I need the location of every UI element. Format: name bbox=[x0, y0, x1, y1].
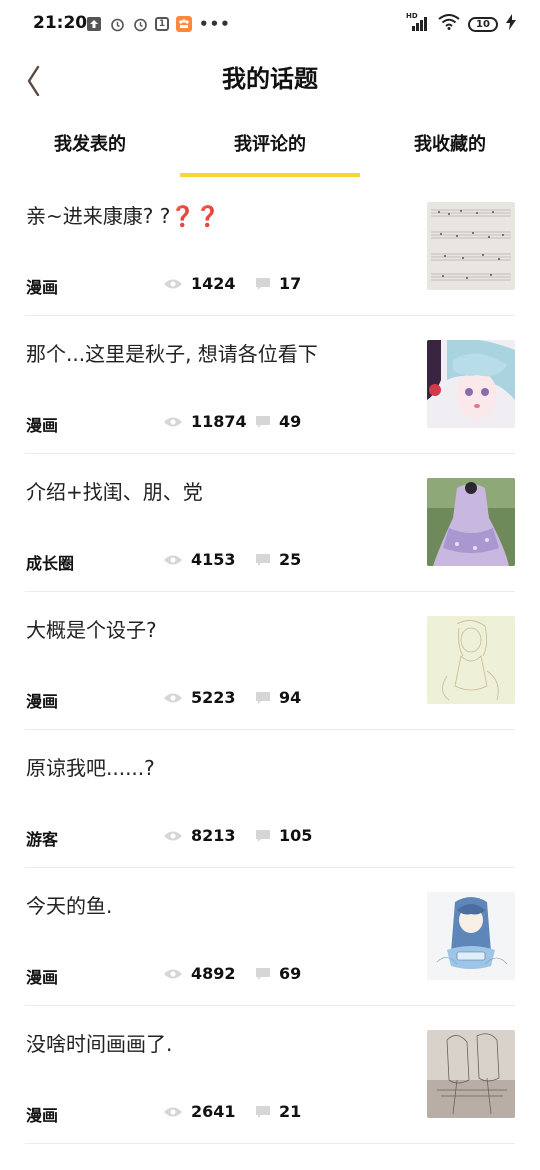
comment-icon bbox=[256, 553, 270, 566]
comment-count-value: 69 bbox=[279, 964, 302, 983]
status-bar: 21:20 1 ••• HD 10 bbox=[0, 0, 540, 50]
calendar-icon: 1 bbox=[155, 17, 169, 31]
topic-title: 介绍+找闺、朋、党 bbox=[26, 480, 203, 504]
system-icons: HD 10 bbox=[406, 12, 516, 34]
topic-category: 漫画 bbox=[26, 1106, 59, 1125]
comment-count-value: 94 bbox=[279, 688, 302, 707]
topic-category: 漫画 bbox=[26, 278, 59, 297]
comment-count: 21 bbox=[255, 1102, 301, 1121]
view-count-value: 4153 bbox=[191, 550, 236, 569]
alarm-icon bbox=[132, 16, 148, 32]
comment-icon bbox=[256, 967, 270, 980]
alarm-icon bbox=[109, 16, 125, 32]
comment-count: 105 bbox=[255, 826, 312, 845]
eye-icon bbox=[164, 831, 182, 840]
tab-bar: 我发表的 我评论的 我收藏的 bbox=[0, 115, 540, 178]
signal-icon: HD bbox=[406, 12, 430, 33]
view-count: 5223 bbox=[163, 688, 236, 707]
view-count-value: 11874 bbox=[191, 412, 247, 431]
comment-count: 69 bbox=[255, 964, 301, 983]
upload-icon bbox=[86, 16, 102, 32]
wifi-icon bbox=[438, 14, 460, 34]
status-time: 21:20 bbox=[33, 13, 88, 33]
sketch-thumbnail[interactable] bbox=[427, 616, 515, 704]
topic-title: 亲~进来康康? ?❓❓ bbox=[26, 204, 221, 228]
view-count-value: 5223 bbox=[191, 688, 236, 707]
comment-count: 17 bbox=[255, 274, 301, 293]
eye-icon bbox=[164, 279, 182, 288]
topic-category: 漫画 bbox=[26, 968, 59, 987]
eye-icon bbox=[164, 969, 182, 978]
comment-icon bbox=[256, 829, 270, 842]
comment-icon bbox=[256, 691, 270, 704]
battery-icon: 10 bbox=[468, 16, 498, 32]
comment-icon bbox=[256, 1105, 270, 1118]
lolita-dress-thumbnail[interactable] bbox=[427, 478, 515, 566]
charging-icon bbox=[506, 14, 516, 34]
topic-item[interactable]: 原谅我吧......? 游客 8213 105 bbox=[0, 730, 540, 868]
topic-category: 成长圈 bbox=[26, 554, 75, 573]
topic-title: 大概是个设子? bbox=[26, 618, 157, 642]
topic-item[interactable]: 亲~进来康康? ?❓❓ 漫画 1424 17 bbox=[0, 178, 540, 316]
view-count: 11874 bbox=[163, 412, 247, 431]
view-count-value: 1424 bbox=[191, 274, 236, 293]
eye-icon bbox=[164, 1107, 182, 1116]
topic-item[interactable]: 那个...这里是秋子, 想请各位看下 漫画 11874 49 bbox=[0, 316, 540, 454]
tab-published[interactable]: 我发表的 bbox=[0, 130, 180, 156]
sheet-music-thumbnail[interactable] bbox=[427, 202, 515, 290]
topic-title: 没啥时间画画了. bbox=[26, 1032, 173, 1056]
topic-item[interactable]: 介绍+找闺、朋、党 成长圈 4153 25 bbox=[0, 454, 540, 592]
comment-count: 49 bbox=[255, 412, 301, 431]
divider bbox=[25, 1143, 515, 1144]
view-count: 4892 bbox=[163, 964, 236, 983]
topic-title: 原谅我吧......? bbox=[26, 756, 155, 780]
comment-count: 25 bbox=[255, 550, 301, 569]
topic-category: 游客 bbox=[26, 830, 59, 849]
topic-item[interactable]: 大概是个设子? 漫画 5223 94 bbox=[0, 592, 540, 730]
comment-count-value: 105 bbox=[279, 826, 313, 845]
view-count: 8213 bbox=[163, 826, 236, 845]
view-count-value: 2641 bbox=[191, 1102, 236, 1121]
comment-count-value: 49 bbox=[279, 412, 302, 431]
active-tab-indicator bbox=[180, 173, 360, 177]
anime-girl-thumbnail[interactable] bbox=[427, 340, 515, 428]
topic-title: 今天的鱼. bbox=[26, 894, 113, 918]
tab-commented[interactable]: 我评论的 bbox=[180, 130, 360, 156]
comment-count-value: 25 bbox=[279, 550, 302, 569]
topic-title: 那个...这里是秋子, 想请各位看下 bbox=[26, 342, 318, 366]
topic-category: 漫画 bbox=[26, 416, 59, 435]
view-count-value: 4892 bbox=[191, 964, 236, 983]
view-count-value: 8213 bbox=[191, 826, 236, 845]
topic-list: 亲~进来康康? ?❓❓ 漫画 1424 17 那个...这里是秋子, 想请各位看… bbox=[0, 178, 540, 1144]
topic-category: 漫画 bbox=[26, 692, 59, 711]
view-count: 2641 bbox=[163, 1102, 236, 1121]
comment-icon bbox=[256, 277, 270, 290]
page-header: 我的话题 bbox=[0, 50, 540, 110]
view-count: 4153 bbox=[163, 550, 236, 569]
view-count: 1424 bbox=[163, 274, 236, 293]
tab-favorited[interactable]: 我收藏的 bbox=[360, 130, 540, 156]
eye-icon bbox=[164, 555, 182, 564]
topic-item[interactable]: 没啥时间画画了. 漫画 2641 21 bbox=[0, 1006, 540, 1144]
more-notifications-icon: ••• bbox=[199, 15, 231, 33]
comment-count: 94 bbox=[255, 688, 301, 707]
topic-item[interactable]: 今天的鱼. 漫画 4892 69 bbox=[0, 868, 540, 1006]
page-title: 我的话题 bbox=[222, 65, 318, 93]
comment-icon bbox=[256, 415, 270, 428]
eye-icon bbox=[164, 417, 182, 426]
notification-icons: 1 ••• bbox=[86, 15, 231, 33]
pencil-sketch-thumbnail[interactable] bbox=[427, 1030, 515, 1118]
comment-count-value: 17 bbox=[279, 274, 302, 293]
eye-icon bbox=[164, 693, 182, 702]
app-notification-icon bbox=[176, 16, 192, 32]
comment-count-value: 21 bbox=[279, 1102, 302, 1121]
blue-girl-drawing-thumbnail[interactable] bbox=[427, 892, 515, 980]
